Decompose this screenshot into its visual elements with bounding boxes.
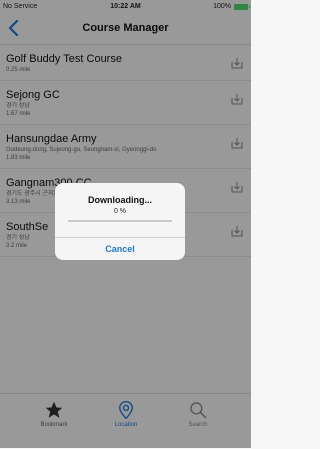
progress-bar bbox=[68, 220, 172, 222]
progress-percent: 0 % bbox=[113, 208, 127, 215]
dialog-title: Downloading... bbox=[88, 195, 152, 205]
download-dialog: Downloading... 0 % Cancel bbox=[55, 183, 185, 260]
cancel-button[interactable]: Cancel bbox=[55, 238, 185, 260]
